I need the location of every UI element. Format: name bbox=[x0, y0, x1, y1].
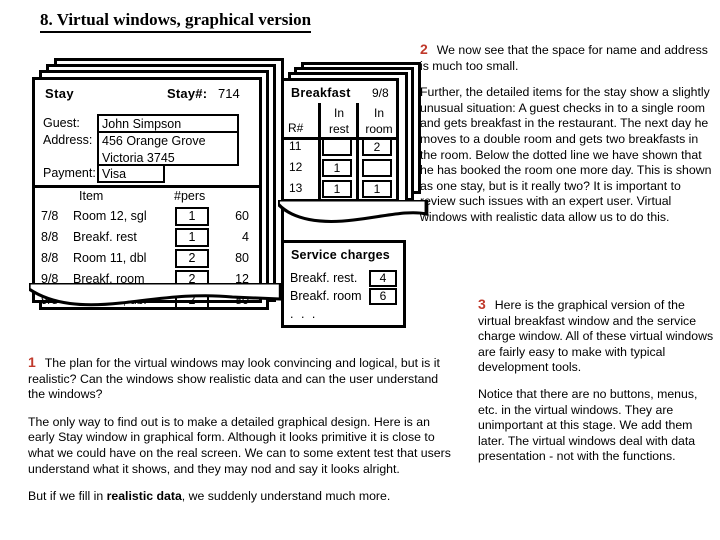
stay-number-label: Stay#: bbox=[167, 86, 208, 101]
item-description: Room 12, sgl bbox=[73, 209, 147, 223]
address-label: Address: bbox=[43, 133, 93, 147]
service-row-label-2: Breakf. room bbox=[290, 289, 362, 303]
annotation-1-paragraph-1: 1 The plan for the virtual windows may lo… bbox=[28, 354, 452, 403]
breakfast-window-date: 9/8 bbox=[372, 86, 389, 100]
stay-items-table: Item #pers 7/8 Room 12, sgl 1 60 8/8 Breakf. … bbox=[32, 188, 262, 312]
annotation-block-1: 1 The plan for the virtual windows may lo… bbox=[28, 354, 452, 505]
guest-label: Guest: bbox=[43, 116, 80, 130]
item-date: 9/8 bbox=[41, 272, 59, 286]
annotation-1-text-3-bold: realistic data bbox=[106, 489, 182, 504]
item-persons-field[interactable]: 1 bbox=[175, 207, 209, 226]
item-date: 7/8 bbox=[41, 209, 59, 223]
service-row-value-1[interactable]: 4 bbox=[369, 270, 397, 287]
service-charges-title: Service charges bbox=[291, 248, 390, 262]
stay-window-titlebar: Stay Stay#: 714 bbox=[35, 80, 259, 110]
table-row[interactable]: 7/8 Room 12, sgl 1 60 bbox=[35, 207, 259, 228]
item-description: Room 11, dbl bbox=[73, 251, 147, 265]
breakfast-column-divider-2 bbox=[356, 103, 359, 199]
annotation-block-3: 3 Here is the graphical version of the vi… bbox=[478, 296, 716, 465]
annotation-3-paragraph-2: Notice that there are no buttons, menus,… bbox=[478, 386, 698, 464]
annotation-3-paragraph-1: 3 Here is the graphical version of the vi… bbox=[478, 296, 716, 376]
table-row[interactable]: 13 1 1 bbox=[284, 179, 396, 200]
item-description: Room 11, dbl bbox=[73, 293, 147, 307]
breakfast-in-room-field[interactable]: 2 bbox=[362, 138, 392, 156]
stay-items-header-row: Item #pers bbox=[35, 188, 259, 207]
items-header-pers: #pers bbox=[174, 189, 206, 203]
service-row-label-1: Breakf. rest. bbox=[290, 271, 358, 285]
payment-label: Payment: bbox=[43, 166, 96, 180]
item-description: Breakf. rest bbox=[73, 230, 137, 244]
service-charges-virtual-window[interactable]: Service charges Breakf. rest. 4 Breakf. … bbox=[281, 240, 406, 328]
in-room-line2: room bbox=[365, 122, 393, 136]
breakfast-header-in-room: In room bbox=[360, 105, 398, 137]
annotation-2-text-1: We now see that the space for name and a… bbox=[420, 43, 708, 73]
in-room-line1: In bbox=[373, 106, 384, 120]
table-row[interactable]: 9/8 Room 11, dbl 2 80 bbox=[32, 289, 262, 312]
annotation-1-paragraph-2: The only way to find out is to make a de… bbox=[28, 414, 451, 476]
item-amount: 80 bbox=[235, 251, 249, 265]
annotation-1-text-1: The plan for the virtual windows may loo… bbox=[28, 356, 440, 402]
breakfast-header-in-rest: In rest bbox=[322, 105, 356, 137]
breakfast-in-room-field[interactable]: 1 bbox=[362, 180, 392, 198]
annotation-1-marker: 1 bbox=[28, 354, 36, 370]
annotation-2-paragraph-1: 2 We now see that the space for name and … bbox=[420, 41, 714, 74]
payment-field[interactable]: Visa bbox=[97, 164, 165, 183]
item-date: 9/8 bbox=[41, 293, 59, 307]
booking-dashed-separator bbox=[32, 289, 262, 292]
breakfast-column-divider-1 bbox=[318, 103, 321, 199]
annotation-1-text-3-pre: But if we fill in bbox=[28, 489, 107, 504]
items-header-item: Item bbox=[79, 189, 104, 203]
annotation-3-text-1: Here is the graphical version of the vir… bbox=[478, 298, 714, 375]
table-row[interactable]: 12 1 bbox=[284, 158, 396, 179]
breakfast-table-rows: 11 2 12 1 13 1 1 bbox=[284, 137, 396, 200]
page-title: 8. Virtual windows, graphical version bbox=[40, 10, 312, 33]
table-row[interactable]: 9/8 Breakf. room 2 12 bbox=[35, 270, 259, 291]
item-persons-field[interactable]: 1 bbox=[175, 228, 209, 247]
annotation-block-2: 2 We now see that the space for name and … bbox=[420, 41, 714, 226]
address-field[interactable]: 456 Orange Grove Victoria 3745 bbox=[97, 131, 239, 166]
table-row[interactable]: 8/8 Breakf. rest 1 4 bbox=[35, 228, 259, 249]
annotation-3-marker: 3 bbox=[478, 296, 486, 312]
annotation-2-marker: 2 bbox=[420, 41, 428, 57]
breakfast-table: R# In rest In room 11 2 12 1 13 1 1 bbox=[284, 103, 396, 200]
breakfast-window-front[interactable]: Breakfast 9/8 R# In rest In room 11 2 12 1 1… bbox=[281, 78, 399, 202]
item-amount: 4 bbox=[242, 230, 249, 244]
item-description: Breakf. room bbox=[73, 272, 145, 286]
item-persons-field[interactable]: 2 bbox=[175, 291, 209, 310]
annotation-1-paragraph-3: But if we fill in realistic data, we sud… bbox=[28, 489, 452, 505]
breakfast-table-header: R# In rest In room bbox=[284, 103, 396, 137]
table-row[interactable]: 8/8 Room 11, dbl 2 80 bbox=[35, 249, 259, 270]
breakfast-virtual-window[interactable]: Breakfast 9/8 R# In rest In room 11 2 12 1 1… bbox=[278, 62, 431, 223]
breakfast-in-rest-field[interactable] bbox=[322, 138, 352, 156]
in-rest-line2: rest bbox=[328, 122, 349, 136]
breakfast-room-number: 11 bbox=[289, 139, 302, 153]
breakfast-in-rest-field[interactable]: 1 bbox=[322, 159, 352, 177]
item-persons-field[interactable]: 2 bbox=[175, 249, 209, 268]
stay-virtual-window[interactable]: Stay Stay#: 714 Guest: John Simpson Addr… bbox=[29, 58, 284, 320]
stay-window-title: Stay bbox=[45, 86, 75, 101]
item-date: 8/8 bbox=[41, 251, 59, 265]
breakfast-room-number: 13 bbox=[289, 181, 303, 195]
item-amount: 12 bbox=[235, 272, 249, 286]
annotation-2-paragraph-2: Further, the detailed items for the stay… bbox=[420, 85, 712, 224]
stay-items-rows: 7/8 Room 12, sgl 1 60 8/8 Breakf. rest 1 4 8/8 Ro… bbox=[32, 207, 262, 312]
in-rest-line1: In bbox=[333, 106, 344, 120]
breakfast-in-rest-field[interactable]: 1 bbox=[322, 180, 352, 198]
item-persons-field[interactable]: 2 bbox=[175, 270, 209, 289]
item-amount: 80 bbox=[235, 293, 249, 307]
item-amount: 60 bbox=[235, 209, 249, 223]
breakfast-in-room-field[interactable] bbox=[362, 159, 392, 177]
breakfast-room-number: 12 bbox=[289, 160, 303, 174]
table-row[interactable]: 11 2 bbox=[284, 137, 396, 158]
service-row-value-2[interactable]: 6 bbox=[369, 288, 397, 305]
service-more-rows-ellipsis: . . . bbox=[290, 307, 318, 321]
stay-number-value: 714 bbox=[218, 86, 240, 101]
breakfast-window-title: Breakfast bbox=[291, 86, 351, 100]
breakfast-header-divider bbox=[284, 137, 396, 140]
stay-window-front[interactable]: Stay Stay#: 714 Guest: John Simpson Addr… bbox=[32, 77, 262, 310]
address-line-1: 456 Orange Grove bbox=[102, 134, 206, 148]
breakfast-header-room-no: R# bbox=[288, 121, 304, 135]
item-date: 8/8 bbox=[41, 230, 59, 244]
annotation-1-text-3-post: , we suddenly understand much more. bbox=[181, 489, 391, 504]
